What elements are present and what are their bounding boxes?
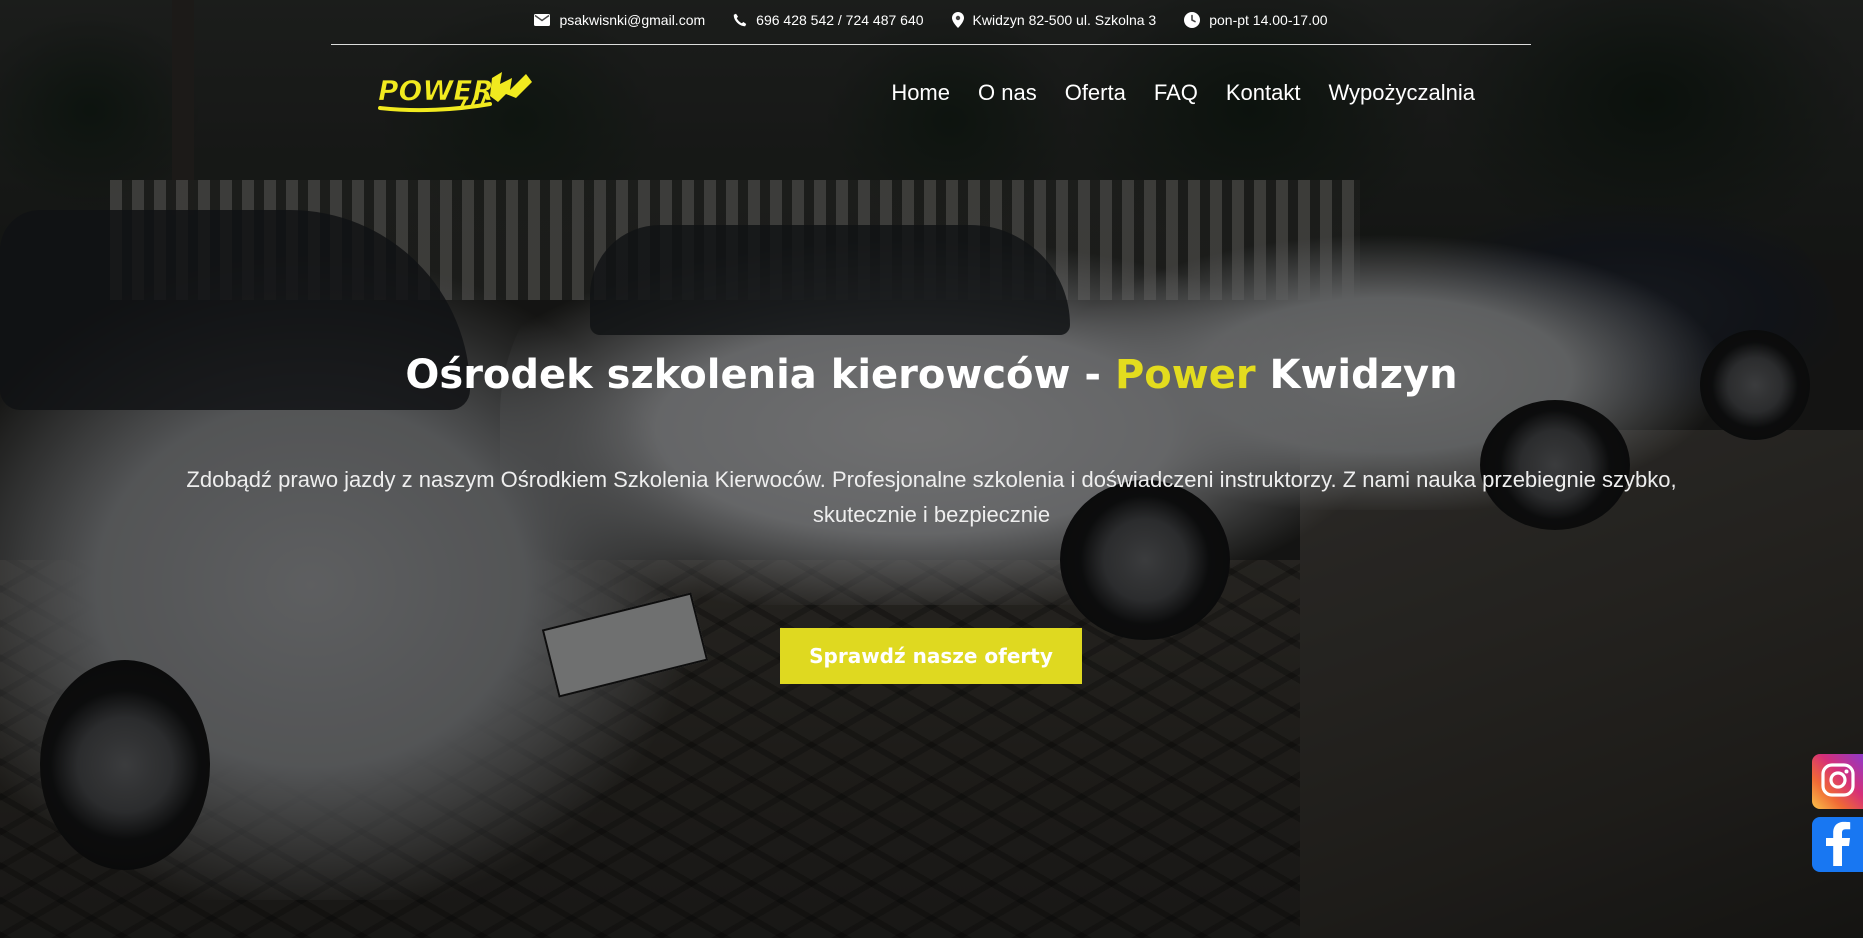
- contact-bar: psakwisnki@gmail.com 696 428 542 / 724 4…: [331, 0, 1531, 45]
- mail-icon: [534, 14, 551, 26]
- phone-icon: [733, 13, 747, 27]
- logo-text: POWER: [378, 74, 494, 107]
- nav-oferta[interactable]: Oferta: [1065, 80, 1126, 106]
- instagram-icon: [1820, 762, 1856, 802]
- hero-description: Zdobądź prawo jazdy z naszym Ośrodkiem S…: [186, 467, 1677, 527]
- location-pin-icon: [951, 12, 964, 28]
- nav-home[interactable]: Home: [891, 80, 950, 106]
- hero-title-prefix: Ośrodek szkolenia kierowców -: [405, 352, 1115, 398]
- contact-email[interactable]: psakwisnki@gmail.com: [534, 12, 705, 28]
- nav-wypozyczalnia[interactable]: Wypożyczalnia: [1328, 80, 1475, 106]
- contact-hours: pon-pt 14.00-17.00: [1184, 12, 1328, 28]
- main-nav: Home O nas Oferta FAQ Kontakt Wypożyczal…: [891, 80, 1475, 106]
- hero-title-accent: Power: [1114, 352, 1256, 398]
- facebook-button[interactable]: [1812, 817, 1863, 872]
- nav-o-nas[interactable]: O nas: [978, 80, 1037, 106]
- instagram-button[interactable]: [1812, 754, 1863, 809]
- hero-title: Ośrodek szkolenia kierowców - Power Kwid…: [0, 352, 1863, 398]
- contact-phone-text: 696 428 542 / 724 487 640: [756, 12, 924, 28]
- clock-icon: [1184, 12, 1201, 28]
- site-logo[interactable]: POWER: [376, 68, 538, 120]
- contact-address[interactable]: Kwidzyn 82-500 ul. Szkolna 3: [951, 12, 1157, 28]
- nav-kontakt[interactable]: Kontakt: [1226, 80, 1301, 106]
- hero-title-suffix: Kwidzyn: [1255, 352, 1458, 398]
- nav-faq[interactable]: FAQ: [1154, 80, 1198, 106]
- contact-address-text: Kwidzyn 82-500 ul. Szkolna 3: [972, 12, 1157, 28]
- facebook-icon: [1823, 820, 1853, 870]
- contact-email-text: psakwisnki@gmail.com: [559, 12, 706, 28]
- check-offers-button[interactable]: Sprawdź nasze oferty: [780, 628, 1082, 684]
- page: psakwisnki@gmail.com 696 428 542 / 724 4…: [0, 0, 1863, 938]
- contact-phone[interactable]: 696 428 542 / 724 487 640: [733, 12, 924, 28]
- contact-hours-text: pon-pt 14.00-17.00: [1209, 12, 1328, 28]
